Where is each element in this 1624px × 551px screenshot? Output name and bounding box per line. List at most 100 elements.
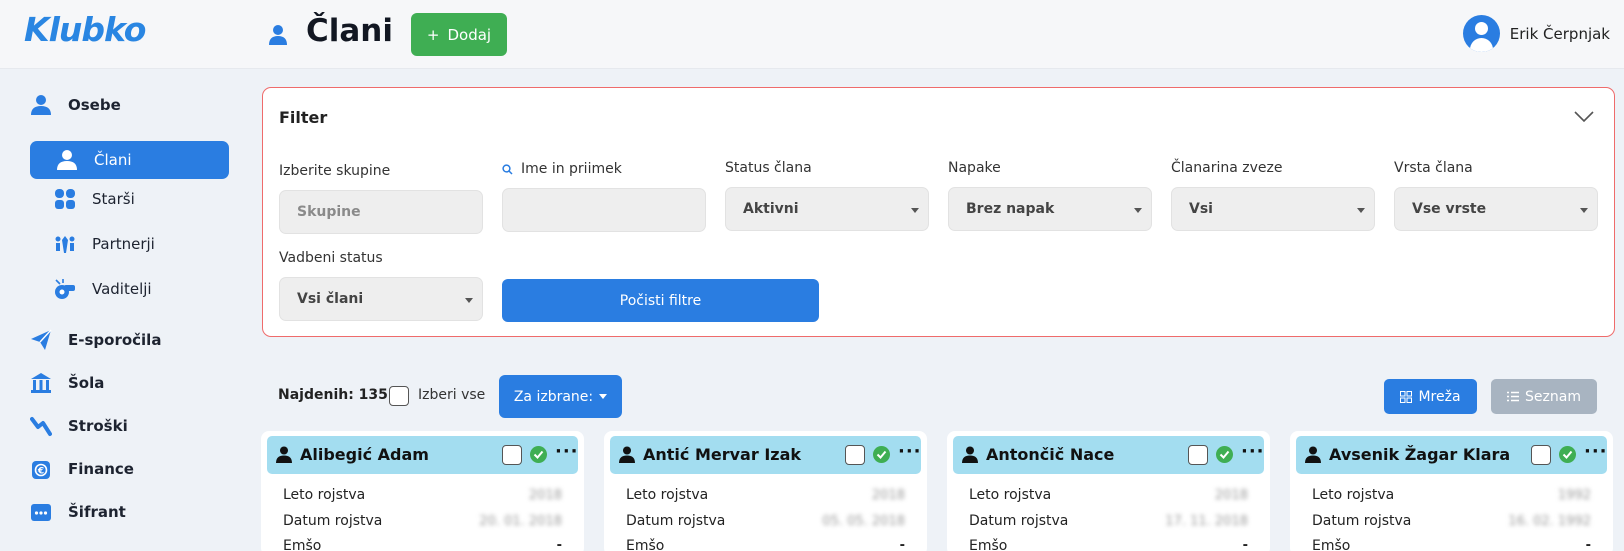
filter-panel: Filter Izberite skupine Skupine Ime in p… [262, 87, 1615, 337]
caret-down-icon [1134, 208, 1142, 213]
person-icon [1305, 446, 1321, 463]
birth-year-value: 1992 [1557, 488, 1591, 503]
user-name: Erik Čerpnjak [1509, 24, 1610, 43]
member-name[interactable]: Alibegić Adam [300, 445, 429, 464]
check-circle-icon [1216, 446, 1233, 463]
member-name[interactable]: Antončič Nace [986, 445, 1114, 464]
groups-label: Izberite skupine [279, 163, 391, 179]
sidebar-item-clani[interactable]: Člani [30, 141, 229, 179]
sidebar-item-label: E-sporočila [68, 331, 162, 349]
birth-date-value: 20. 01. 2018 [479, 514, 562, 529]
birth-year-value: 2018 [871, 488, 905, 503]
emso-value: - [1585, 538, 1591, 551]
caret-down-icon [911, 208, 919, 213]
more-options-icon[interactable]: ··· [1241, 441, 1265, 462]
training-label: Vadbeni status [279, 250, 383, 266]
member-card[interactable]: Avsenik Žagar Klara ··· Leto rojstva 199… [1290, 431, 1613, 551]
errors-label: Napake [948, 160, 1001, 176]
sidebar-item-sola[interactable]: Šola [30, 372, 104, 394]
grid-view-button[interactable]: Mreža [1384, 379, 1477, 414]
sidebar-item-partnerji[interactable]: Partnerji [54, 233, 155, 255]
paper-plane-icon [31, 329, 52, 350]
sidebar-item-e-sporocila[interactable]: E-sporočila [30, 329, 161, 351]
sidebar-item-vaditelji[interactable]: Vaditelji [54, 278, 152, 300]
dots-icon [31, 504, 51, 521]
fee-select[interactable]: Vsi [1171, 187, 1375, 231]
member-checkbox[interactable] [845, 445, 865, 465]
type-value: Vse vrste [1412, 201, 1487, 217]
emso-value: - [556, 538, 562, 551]
grid-icon [1400, 390, 1413, 403]
bulk-actions-dropdown[interactable]: Za izbrane: [499, 375, 622, 418]
more-options-icon[interactable]: ··· [555, 441, 579, 462]
parents-icon [55, 189, 75, 209]
emso-label: Emšo [969, 538, 1008, 551]
person-icon [276, 446, 292, 463]
plus-icon: + [426, 25, 440, 44]
status-select[interactable]: Aktivni [725, 187, 929, 231]
sidebar-item-label: Člani [94, 151, 132, 169]
member-name[interactable]: Antić Mervar Izak [643, 445, 801, 464]
sidebar-item-label: Vaditelji [92, 280, 152, 298]
birth-date-label: Datum rojstva [626, 513, 726, 529]
user-menu[interactable]: Erik Čerpnjak [1462, 15, 1610, 52]
birth-year-label: Leto rojstva [969, 487, 1052, 503]
check-circle-icon [530, 446, 547, 463]
birth-date-label: Datum rojstva [1312, 513, 1412, 529]
add-member-button[interactable]: + Dodaj [411, 13, 507, 56]
member-name[interactable]: Avsenik Žagar Klara [1329, 445, 1510, 464]
partners-icon [55, 236, 75, 253]
member-card[interactable]: Alibegić Adam ··· Leto rojstva 2018 Datu… [261, 431, 584, 551]
status-value: Aktivni [743, 201, 799, 217]
sidebar-item-label: Šifrant [68, 503, 126, 521]
birth-year-value: 2018 [528, 488, 562, 503]
name-search-input[interactable] [502, 188, 706, 232]
groups-select[interactable]: Skupine [279, 190, 483, 234]
sidebar-item-label: Šola [68, 374, 105, 392]
emso-value: - [1242, 538, 1248, 551]
emso-value: - [899, 538, 905, 551]
chart-line-icon [30, 417, 52, 436]
card-header: Antončič Nace ··· [953, 436, 1264, 474]
errors-select[interactable]: Brez napak [948, 187, 1152, 231]
more-options-icon[interactable]: ··· [1584, 441, 1608, 462]
member-checkbox[interactable] [502, 445, 522, 465]
person-icon [31, 95, 51, 115]
select-all-checkbox[interactable] [389, 386, 409, 406]
birth-date-label: Datum rojstva [969, 513, 1069, 529]
member-checkbox[interactable] [1188, 445, 1208, 465]
member-checkbox[interactable] [1531, 445, 1551, 465]
type-select[interactable]: Vse vrste [1394, 187, 1598, 231]
chevron-down-icon[interactable] [1574, 110, 1594, 124]
name-label-text: Ime in priimek [521, 161, 622, 177]
bulk-actions-label: Za izbrane: [513, 388, 594, 405]
sidebar-item-label: Stroški [68, 417, 128, 435]
member-card[interactable]: Antončič Nace ··· Leto rojstva 2018 Datu… [947, 431, 1270, 551]
training-select[interactable]: Vsi člani [279, 277, 483, 321]
list-view-button[interactable]: Seznam [1491, 379, 1597, 414]
sidebar-item-starsi[interactable]: Starši [54, 188, 135, 210]
emso-label: Emšo [1312, 538, 1351, 551]
top-bar: Klubko Člani + Dodaj Erik Čerpnjak [0, 0, 1624, 69]
caret-down-icon [465, 298, 473, 303]
grid-view-label: Mreža [1418, 388, 1461, 405]
type-label: Vrsta člana [1394, 160, 1473, 176]
results-count: Najdenih: 135 [278, 387, 388, 403]
fee-label: Članarina zveze [1171, 160, 1283, 176]
sidebar: Osebe Člani Starši Partnerji Vaditelji E… [0, 70, 245, 551]
school-icon [31, 373, 51, 393]
member-card[interactable]: Antić Mervar Izak ··· Leto rojstva 2018 … [604, 431, 927, 551]
app-logo[interactable]: Klubko [24, 10, 146, 49]
sidebar-item-osebe[interactable]: Osebe [30, 94, 121, 116]
more-options-icon[interactable]: ··· [898, 441, 922, 462]
caret-down-icon [599, 394, 608, 399]
training-value: Vsi člani [297, 291, 364, 307]
birth-year-label: Leto rojstva [1312, 487, 1395, 503]
caret-down-icon [1357, 208, 1365, 213]
card-header: Alibegić Adam ··· [267, 436, 578, 474]
sidebar-item-stroski[interactable]: Stroški [30, 415, 128, 437]
birth-date-value: 16. 02. 1992 [1508, 514, 1591, 529]
clear-filters-button[interactable]: Počisti filtre [502, 279, 819, 322]
sidebar-item-sifrant[interactable]: Šifrant [30, 501, 126, 523]
sidebar-item-finance[interactable]: € Finance [30, 458, 134, 480]
